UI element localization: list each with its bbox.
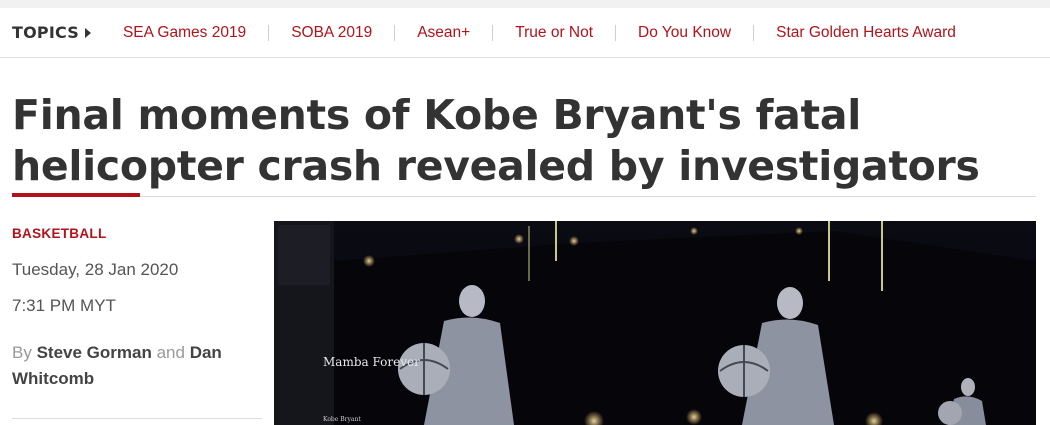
author-link-1[interactable]: Steve Gorman bbox=[37, 343, 152, 362]
article-meta: BASKETBALL Tuesday, 28 Jan 2020 7:31 PM … bbox=[12, 226, 262, 392]
article-headline: Final moments of Kobe Bryant's fatal hel… bbox=[12, 91, 980, 190]
top-rule bbox=[0, 0, 1050, 8]
byline: By Steve Gorman and Dan Whitcomb bbox=[12, 340, 262, 392]
hero-small-text: Kobe Bryant bbox=[323, 416, 361, 423]
topic-link-sea-games[interactable]: SEA Games 2019 bbox=[101, 24, 268, 42]
topics-label-text: TOPICS bbox=[12, 23, 79, 42]
topic-link-star-golden-hearts[interactable]: Star Golden Hearts Award bbox=[754, 24, 978, 42]
topic-link-asean[interactable]: Asean+ bbox=[395, 24, 492, 42]
caret-right-icon bbox=[84, 27, 91, 38]
headline-divider bbox=[12, 196, 1036, 197]
hero-image bbox=[274, 221, 1036, 425]
topics-label[interactable]: TOPICS bbox=[12, 23, 91, 42]
headline-accent-bar bbox=[12, 193, 140, 197]
publish-date: Tuesday, 28 Jan 2020 bbox=[12, 260, 179, 279]
topics-bar: TOPICS SEA Games 2019 SOBA 2019 Asean+ T… bbox=[0, 8, 1050, 58]
byline-prefix: By bbox=[12, 343, 32, 362]
hero-photo-illustration bbox=[274, 221, 1036, 425]
meta-divider bbox=[12, 418, 262, 419]
topic-link-true-or-not[interactable]: True or Not bbox=[493, 24, 615, 42]
publish-time: 7:31 PM MYT bbox=[12, 296, 116, 315]
hero-billboard-text: Mamba Forever bbox=[323, 355, 420, 369]
category-link[interactable]: BASKETBALL bbox=[12, 226, 262, 241]
topic-link-do-you-know[interactable]: Do You Know bbox=[616, 24, 753, 42]
topic-link-soba[interactable]: SOBA 2019 bbox=[269, 24, 394, 42]
byline-conjunction: and bbox=[156, 343, 185, 362]
